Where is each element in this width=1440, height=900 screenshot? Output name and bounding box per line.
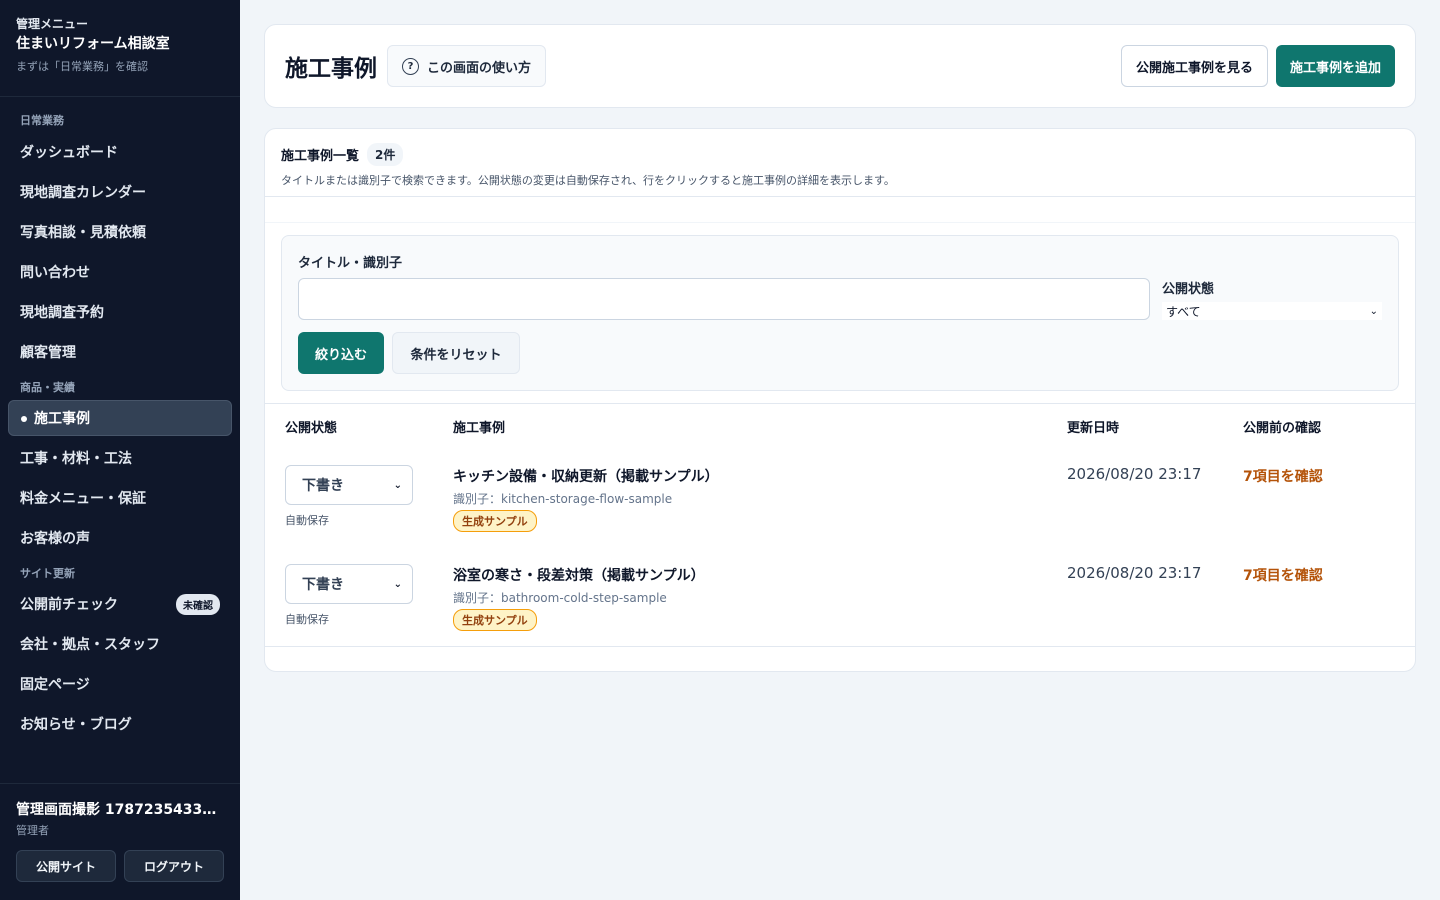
column-header-updated: 更新日時	[1067, 421, 1120, 436]
section-site-update: サイト更新	[20, 567, 75, 580]
add-case-button[interactable]: 施工事例を追加	[1275, 45, 1395, 87]
sidebar-item-label: お客様の声	[20, 531, 90, 547]
updated-at: 2026/08/20 23:17	[1067, 465, 1202, 483]
section-products: 商品・実績	[20, 381, 75, 394]
column-header-check: 公開前の確認	[1243, 421, 1322, 436]
sample-tag: 生成サンプル	[453, 510, 537, 532]
sidebar-item-label: 固定ページ	[20, 677, 90, 693]
sidebar-item-label: 公開前チェック	[20, 597, 118, 613]
page-header: 施工事例 ? この画面の使い方 公開施工事例を見る 施工事例を追加	[264, 24, 1416, 108]
table-divider	[265, 646, 1415, 647]
status-filter-value: すべて	[1166, 304, 1201, 319]
reset-button[interactable]: 条件をリセット	[392, 332, 520, 374]
sidebar-item-inquiries[interactable]: 問い合わせ	[8, 254, 232, 290]
sidebar-header: 管理メニュー 住まいリフォーム相談室 まずは「日常業務」を確認	[0, 0, 240, 97]
sidebar-item-label: 写真相談・見積依頼	[20, 225, 146, 241]
keyword-input[interactable]	[298, 278, 1150, 320]
column-header-case: 施工事例	[453, 421, 506, 436]
chevron-down-icon: ⌄	[1369, 305, 1378, 317]
sidebar-item-testimonials[interactable]: お客様の声	[8, 520, 232, 556]
sidebar-item-pricing[interactable]: 料金メニュー・保証	[8, 480, 232, 516]
prepublish-check-link[interactable]: 7項目を確認	[1243, 565, 1323, 585]
case-identifier: 識別子：kitchen-storage-flow-sample	[453, 492, 673, 506]
case-identifier: 識別子：bathroom-cold-step-sample	[453, 591, 667, 605]
sidebar-item-prepublish-check[interactable]: 公開前チェック 未確認	[8, 586, 232, 622]
status-value: 下書き	[302, 577, 344, 593]
sidebar-item-label: 問い合わせ	[20, 265, 90, 281]
public-site-button[interactable]: 公開サイト	[16, 850, 116, 882]
sidebar-footer: 管理画面撮影 17872354334... 管理者 公開サイト ログアウト	[0, 783, 240, 900]
user-role: 管理者	[16, 824, 49, 837]
section-daily: 日常業務	[20, 114, 64, 127]
table-divider	[265, 403, 1415, 404]
sidebar-item-company[interactable]: 会社・拠点・スタッフ	[8, 626, 232, 662]
status-value: 下書き	[302, 478, 344, 494]
divider	[265, 197, 1415, 223]
sidebar-item-photo-estimate[interactable]: 写真相談・見積依頼	[8, 214, 232, 250]
sidebar-item-label: 顧客管理	[20, 345, 76, 361]
sidebar-item-construction-materials[interactable]: 工事・材料・工法	[8, 440, 232, 476]
filter-form: タイトル・識別子 公開状態 すべて ⌄ 絞り込む 条件をリセット	[281, 235, 1399, 391]
list-title: 施工事例一覧	[281, 149, 360, 164]
prepublish-check-link[interactable]: 7項目を確認	[1243, 466, 1323, 486]
chevron-down-icon: ⌄	[393, 479, 402, 491]
sidebar-item-label: 会社・拠点・スタッフ	[20, 637, 160, 653]
column-header-status: 公開状態	[285, 421, 338, 436]
sidebar-item-fixed-pages[interactable]: 固定ページ	[8, 666, 232, 702]
filter-button[interactable]: 絞り込む	[298, 332, 384, 374]
sidebar-item-case-studies[interactable]: 施工事例	[8, 400, 232, 436]
sidebar-kicker: 管理メニュー	[16, 17, 89, 31]
status-filter-label: 公開状態	[1162, 282, 1215, 297]
list-header: 施工事例一覧 2件 タイトルまたは識別子で検索できます。公開状態の変更は自動保存…	[265, 129, 1415, 197]
sidebar-hint: まずは「日常業務」を確認	[16, 60, 148, 73]
updated-at: 2026/08/20 23:17	[1067, 564, 1202, 582]
keyword-label: タイトル・識別子	[298, 256, 403, 271]
help-label: この画面の使い方	[427, 60, 532, 76]
autosave-note: 自動保存	[285, 613, 329, 626]
status-select[interactable]: 下書き ⌄	[285, 465, 413, 505]
sidebar-item-label: 料金メニュー・保証	[20, 491, 146, 507]
page-title: 施工事例	[285, 56, 377, 82]
sidebar-item-survey-calendar[interactable]: 現地調査カレンダー	[8, 174, 232, 210]
table-row[interactable]: 下書き ⌄ 自動保存 キッチン設備・収納更新（掲載サンプル） 識別子：kitch…	[265, 457, 1415, 556]
site-name: 住まいリフォーム相談室	[16, 36, 170, 52]
sample-tag: 生成サンプル	[453, 609, 537, 631]
sidebar: 管理メニュー 住まいリフォーム相談室 まずは「日常業務」を確認 日常業務 ダッシ…	[0, 0, 240, 900]
sidebar-item-label: 現地調査予約	[20, 305, 104, 321]
autosave-note: 自動保存	[285, 514, 329, 527]
chevron-down-icon: ⌄	[393, 578, 402, 590]
list-description: タイトルまたは識別子で検索できます。公開状態の変更は自動保存され、行をクリックす…	[281, 174, 895, 187]
status-filter-select[interactable]: すべて ⌄	[1162, 302, 1382, 320]
sidebar-item-label: お知らせ・ブログ	[20, 717, 132, 733]
view-public-cases-button[interactable]: 公開施工事例を見る	[1120, 45, 1268, 87]
sidebar-item-text: 施工事例	[34, 411, 90, 427]
status-badge: 未確認	[176, 593, 220, 615]
sidebar-item-survey-booking[interactable]: 現地調査予約	[8, 294, 232, 330]
case-title[interactable]: キッチン設備・収納更新（掲載サンプル）	[453, 466, 719, 486]
question-icon: ?	[402, 57, 419, 75]
case-title[interactable]: 浴室の寒さ・段差対策（掲載サンプル）	[453, 565, 705, 585]
sidebar-item-label: 施工事例	[21, 408, 90, 428]
active-dot-icon	[21, 416, 27, 422]
status-select[interactable]: 下書き ⌄	[285, 564, 413, 604]
user-name: 管理画面撮影 17872354334...	[16, 802, 224, 818]
logout-button[interactable]: ログアウト	[124, 850, 224, 882]
sidebar-item-label: 現地調査カレンダー	[20, 185, 146, 201]
sidebar-item-label: 工事・材料・工法	[20, 451, 132, 467]
sidebar-item-label: ダッシュボード	[20, 145, 118, 161]
help-button[interactable]: ? この画面の使い方	[387, 45, 547, 87]
count-badge: 2件	[367, 143, 404, 166]
sidebar-item-customers[interactable]: 顧客管理	[8, 334, 232, 370]
case-list-panel: 施工事例一覧 2件 タイトルまたは識別子で検索できます。公開状態の変更は自動保存…	[264, 128, 1416, 672]
sidebar-item-dashboard[interactable]: ダッシュボード	[8, 134, 232, 170]
table-row[interactable]: 下書き ⌄ 自動保存 浴室の寒さ・段差対策（掲載サンプル） 識別子：bathro…	[265, 556, 1415, 655]
sidebar-item-news-blog[interactable]: お知らせ・ブログ	[8, 706, 232, 742]
